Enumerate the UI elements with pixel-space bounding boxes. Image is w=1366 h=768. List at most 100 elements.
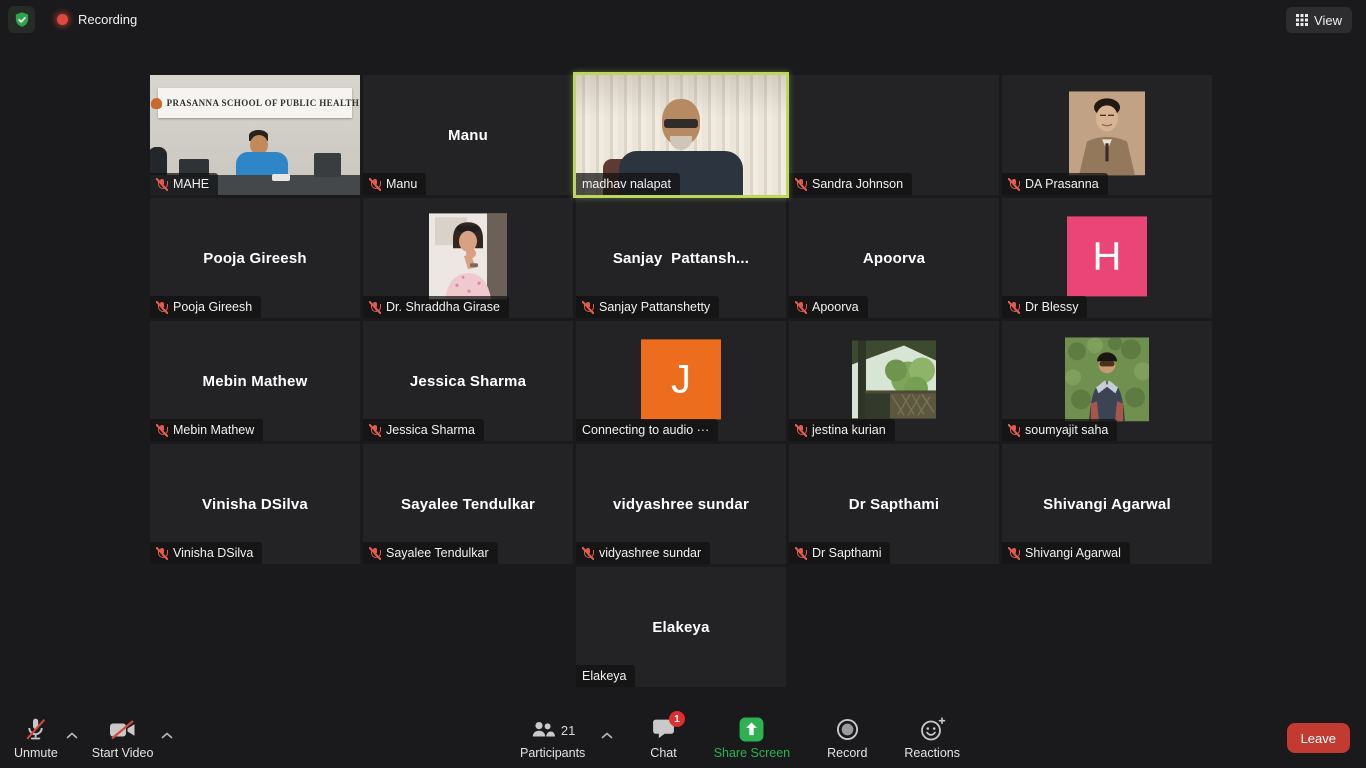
muted-mic-icon (1008, 301, 1020, 314)
participant-tile-dr-sapthami[interactable]: Dr Sapthami Dr Sapthami (789, 444, 999, 564)
participants-label: Participants (520, 746, 585, 760)
participant-name-label: Vinisha DSilva (150, 542, 262, 564)
participant-name: DA Prasanna (1025, 177, 1099, 191)
participant-tile-madhav-nalapat-active-speaker[interactable]: madhav nalapat (576, 75, 786, 195)
sign-text: PRASANNA SCHOOL OF PUBLIC HEALTH (167, 98, 360, 108)
profile-photo (429, 213, 507, 299)
muted-mic-icon (156, 424, 168, 437)
participant-name: Sandra Johnson (812, 177, 903, 191)
muted-mic-icon (156, 178, 168, 191)
participant-tile-elakeya[interactable]: Elakeya Elakeya (576, 567, 786, 687)
participant-tile-vinisha-dsilva[interactable]: Vinisha DSilva Vinisha DSilva (150, 444, 360, 564)
participants-icon (530, 718, 556, 742)
participant-tile-jessica-sharma[interactable]: Jessica Sharma Jessica Sharma (363, 321, 573, 441)
participant-tile-shivangi-agarwal[interactable]: Shivangi Agarwal Shivangi Agarwal (1002, 444, 1212, 564)
participant-grid: PRASANNA SCHOOL OF PUBLIC HEALTH MAHE Ma… (150, 75, 1212, 687)
muted-mic-icon (156, 301, 168, 314)
participant-name-label: Dr. Shraddha Girase (363, 296, 509, 318)
participant-tile-apoorva[interactable]: Apoorva Apoorva (789, 198, 999, 318)
participant-name: Manu (386, 177, 417, 191)
wall-sign: PRASANNA SCHOOL OF PUBLIC HEALTH (158, 88, 351, 118)
start-video-button[interactable]: Start Video (92, 716, 154, 760)
participant-tile-soumyajit-saha[interactable]: soumyajit saha (1002, 321, 1212, 441)
participant-tile-shraddha-girase[interactable]: Dr. Shraddha Girase (363, 198, 573, 318)
leave-button[interactable]: Leave (1287, 723, 1350, 753)
view-button[interactable]: View (1286, 7, 1352, 33)
participant-tile-mahe[interactable]: PRASANNA SCHOOL OF PUBLIC HEALTH MAHE (150, 75, 360, 195)
muted-mic-icon (369, 424, 381, 437)
record-button[interactable]: Record (827, 716, 867, 760)
unmute-button[interactable]: Unmute (14, 716, 58, 760)
participant-name: Shivangi Agarwal (1025, 546, 1121, 560)
muted-mic-icon (795, 301, 807, 314)
meeting-toolbar: Unmute Start Video (0, 710, 1366, 768)
participant-name-label: soumyajit saha (1002, 419, 1117, 441)
reactions-button[interactable]: Reactions (904, 716, 960, 760)
participant-name: Connecting to audio ··· (582, 423, 709, 437)
share-screen-button[interactable]: Share Screen (714, 716, 790, 760)
participant-name-label: Pooja Gireesh (150, 296, 261, 318)
muted-mic-icon (1008, 178, 1020, 191)
profile-photo (852, 340, 936, 418)
participants-count: 21 (561, 723, 575, 738)
participant-tile-sayalee-tendulkar[interactable]: Sayalee Tendulkar Sayalee Tendulkar (363, 444, 573, 564)
participant-name-label: Manu (363, 173, 426, 195)
school-logo-icon (151, 98, 162, 109)
participant-name: Dr. Shraddha Girase (386, 300, 500, 314)
letter-avatar: J (641, 339, 721, 419)
participant-name-label: jestina kurian (789, 419, 895, 441)
participant-name: Pooja Gireesh (173, 300, 252, 314)
participant-name: vidyashree sundar (599, 546, 701, 560)
reactions-label: Reactions (904, 746, 960, 760)
security-shield-button[interactable] (8, 6, 35, 33)
top-bar: Recording View (0, 0, 1366, 40)
recording-dot-icon (57, 14, 68, 25)
record-label: Record (827, 746, 867, 760)
participant-name: MAHE (173, 177, 209, 191)
participant-name-label: Connecting to audio ··· (576, 419, 718, 441)
participant-tile-connecting-to-audio[interactable]: J Connecting to audio ··· (576, 321, 786, 441)
view-label: View (1314, 13, 1342, 28)
shield-check-icon (13, 11, 31, 29)
muted-mic-icon (369, 547, 381, 560)
participant-tile-jestina-kurian[interactable]: jestina kurian (789, 321, 999, 441)
participant-name-label: madhav nalapat (576, 173, 680, 195)
participant-name: madhav nalapat (582, 177, 671, 191)
participant-name: Apoorva (812, 300, 859, 314)
participant-tile-dr-blessy[interactable]: H Dr Blessy (1002, 198, 1212, 318)
video-options-chevron[interactable] (161, 726, 173, 744)
muted-mic-icon (582, 547, 594, 560)
record-icon (835, 717, 860, 742)
participant-name: Mebin Mathew (173, 423, 254, 437)
muted-mic-icon (369, 178, 381, 191)
participant-name: Elakeya (582, 669, 626, 683)
participant-name-label: DA Prasanna (1002, 173, 1108, 195)
participants-options-chevron[interactable] (601, 726, 613, 744)
participant-name-label: Dr Sapthami (789, 542, 890, 564)
chat-button[interactable]: 1 Chat (650, 716, 676, 760)
participant-tile-mebin-mathew[interactable]: Mebin Mathew Mebin Mathew (150, 321, 360, 441)
participant-tile-manu[interactable]: Manu Manu (363, 75, 573, 195)
participant-tile-pooja-gireesh[interactable]: Pooja Gireesh Pooja Gireesh (150, 198, 360, 318)
participant-tile-da-prasanna[interactable]: DA Prasanna (1002, 75, 1212, 195)
chat-unread-badge: 1 (669, 711, 685, 727)
muted-mic-icon (369, 301, 381, 314)
muted-mic-icon (1008, 547, 1020, 560)
participant-name: Jessica Sharma (386, 423, 475, 437)
share-screen-icon (738, 716, 765, 743)
participant-tile-sanjay-pattanshetty[interactable]: Sanjay Pattansh... Sanjay Pattanshetty (576, 198, 786, 318)
participant-name-label: Sandra Johnson (789, 173, 912, 195)
recording-indicator: Recording (8, 6, 137, 33)
muted-mic-icon (156, 547, 168, 560)
participant-tile-vidyashree-sundar[interactable]: vidyashree sundar vidyashree sundar (576, 444, 786, 564)
profile-photo (1069, 91, 1145, 175)
participant-name: Sanjay Pattanshetty (599, 300, 710, 314)
participants-button[interactable]: 21 Participants (520, 716, 585, 760)
start-video-label: Start Video (92, 746, 154, 760)
muted-mic-icon (795, 547, 807, 560)
video-off-icon (108, 717, 138, 743)
participant-tile-sandra-johnson[interactable]: Sandra Johnson (789, 75, 999, 195)
muted-mic-icon (795, 424, 807, 437)
audio-options-chevron[interactable] (66, 726, 78, 744)
unmute-label: Unmute (14, 746, 58, 760)
